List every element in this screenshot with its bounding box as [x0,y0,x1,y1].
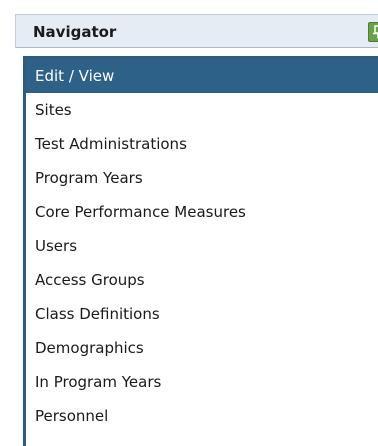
nav-item-class-definitions[interactable]: Class Definitions [26,297,378,331]
nav-item-access-groups[interactable]: Access Groups [26,263,378,297]
nav-item-edit-view[interactable]: Edit / View [26,59,378,93]
nav-item-label: In Program Years [35,373,162,391]
nav-item-program-years[interactable]: Program Years [26,161,378,195]
navigator-panel: Navigator Edit / View Sites Test Adminis… [0,0,378,446]
nav-item-test-administrations[interactable]: Test Administrations [26,127,378,161]
nav-item-label: Sites [35,101,72,119]
nav-item-in-program-years[interactable]: In Program Years [26,365,378,399]
nav-item-label: Program Years [35,169,143,187]
nav-item-label: Core Performance Measures [35,203,246,221]
nav-item-sites[interactable]: Sites [26,93,378,127]
nav-item-users[interactable]: Users [26,229,378,263]
pin-button[interactable] [368,22,378,42]
navigator-title: Navigator [33,23,117,41]
nav-item-label: Demographics [35,339,144,357]
nav-item-demographics[interactable]: Demographics [26,331,378,365]
nav-item-label: Class Definitions [35,305,160,323]
nav-item-label: Edit / View [35,67,115,85]
navigator-list: Edit / View Sites Test Administrations P… [23,56,378,446]
nav-item-personnel[interactable]: Personnel [26,399,378,433]
nav-item-label: Personnel [35,407,109,425]
nav-item-core-performance-measures[interactable]: Core Performance Measures [26,195,378,229]
navigator-header: Navigator [15,14,378,48]
pin-icon [373,25,378,39]
nav-item-label: Users [35,237,78,255]
nav-item-label: Test Administrations [35,135,187,153]
nav-item-label: Access Groups [35,271,145,289]
